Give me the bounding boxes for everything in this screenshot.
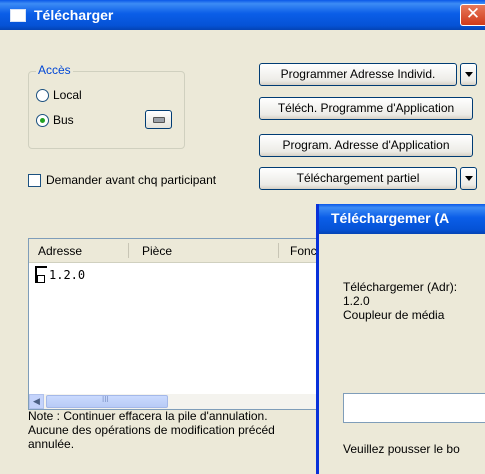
progress-dialog-line: Coupleur de média (343, 308, 445, 322)
radio-local-label: Local (53, 88, 82, 102)
note-line: Note : Continuer effacera la pile d'annu… (28, 409, 268, 423)
partial-download-dropdown[interactable] (460, 167, 477, 190)
chevron-down-icon (464, 176, 473, 181)
progress-dialog-title[interactable]: Téléchargemer (A (319, 204, 485, 234)
undo-note: Note : Continuer effacera la pile d'annu… (28, 409, 318, 451)
note-line: annulée. (28, 437, 75, 451)
radio-bus[interactable]: Bus (36, 113, 74, 127)
window-title: Télécharger (34, 7, 114, 23)
download-app-program-button[interactable]: Téléch. Programme d'Application (259, 97, 473, 120)
horizontal-scrollbar[interactable]: ◀ III (29, 394, 327, 409)
column-address[interactable]: Adresse (38, 244, 82, 258)
device-icon (35, 266, 47, 283)
scroll-grip-label: III (102, 395, 109, 404)
column-function[interactable]: Fonc (290, 244, 317, 258)
radio-local[interactable]: Local (36, 88, 82, 102)
progress-dialog-input[interactable] (343, 393, 485, 423)
program-individual-address-dropdown[interactable] (460, 63, 477, 86)
note-line: Aucune des opérations de modification pr… (28, 423, 275, 437)
list-item[interactable]: 1.2.0 (35, 266, 85, 283)
chevron-down-icon (464, 72, 473, 77)
partial-download-button[interactable]: Téléchargement partiel (259, 167, 457, 190)
download-window: Télécharger ✕ Accès Local Bus Demander a… (0, 0, 485, 474)
bus-settings-button[interactable] (145, 110, 172, 129)
scroll-thumb[interactable]: III (46, 395, 168, 408)
device-address: 1.2.0 (49, 267, 86, 282)
access-group-title: Accès (36, 63, 73, 77)
radio-local-indicator[interactable] (36, 88, 49, 102)
progress-dialog-footer: Veuillez pousser le bo (343, 442, 460, 456)
program-app-address-button[interactable]: Program. Adresse d'Application (259, 134, 473, 157)
progress-dialog-message: Téléchargemer (Adr): 1.2.0 Coupleur de m… (343, 280, 457, 322)
ask-each-participant-checkbox[interactable] (28, 173, 41, 187)
radio-bus-indicator[interactable] (36, 113, 49, 127)
window-icon (10, 9, 26, 22)
radio-bus-label: Bus (53, 113, 74, 127)
device-list[interactable]: Adresse Pièce Fonc 1.2.0 ◀ III (28, 238, 328, 410)
list-header: Adresse Pièce Fonc (29, 239, 327, 263)
title-bar[interactable]: Télécharger ✕ (0, 0, 485, 30)
progress-dialog-line: Téléchargemer (Adr): (343, 280, 458, 294)
column-separator[interactable] (128, 243, 129, 258)
keyboard-icon (152, 116, 165, 123)
ask-each-participant-label: Demander avant chq participant (46, 173, 217, 187)
column-room[interactable]: Pièce (142, 244, 172, 258)
ask-each-participant[interactable]: Demander avant chq participant (28, 173, 216, 187)
progress-dialog-line: 1.2.0 (343, 294, 370, 308)
column-separator[interactable] (278, 243, 279, 258)
program-individual-address-button[interactable]: Programmer Adresse Individ. (259, 63, 457, 86)
close-button[interactable]: ✕ (460, 4, 485, 26)
progress-dialog: Téléchargemer (A Téléchargemer (Adr): 1.… (316, 204, 485, 474)
scroll-left-arrow[interactable]: ◀ (29, 394, 44, 409)
